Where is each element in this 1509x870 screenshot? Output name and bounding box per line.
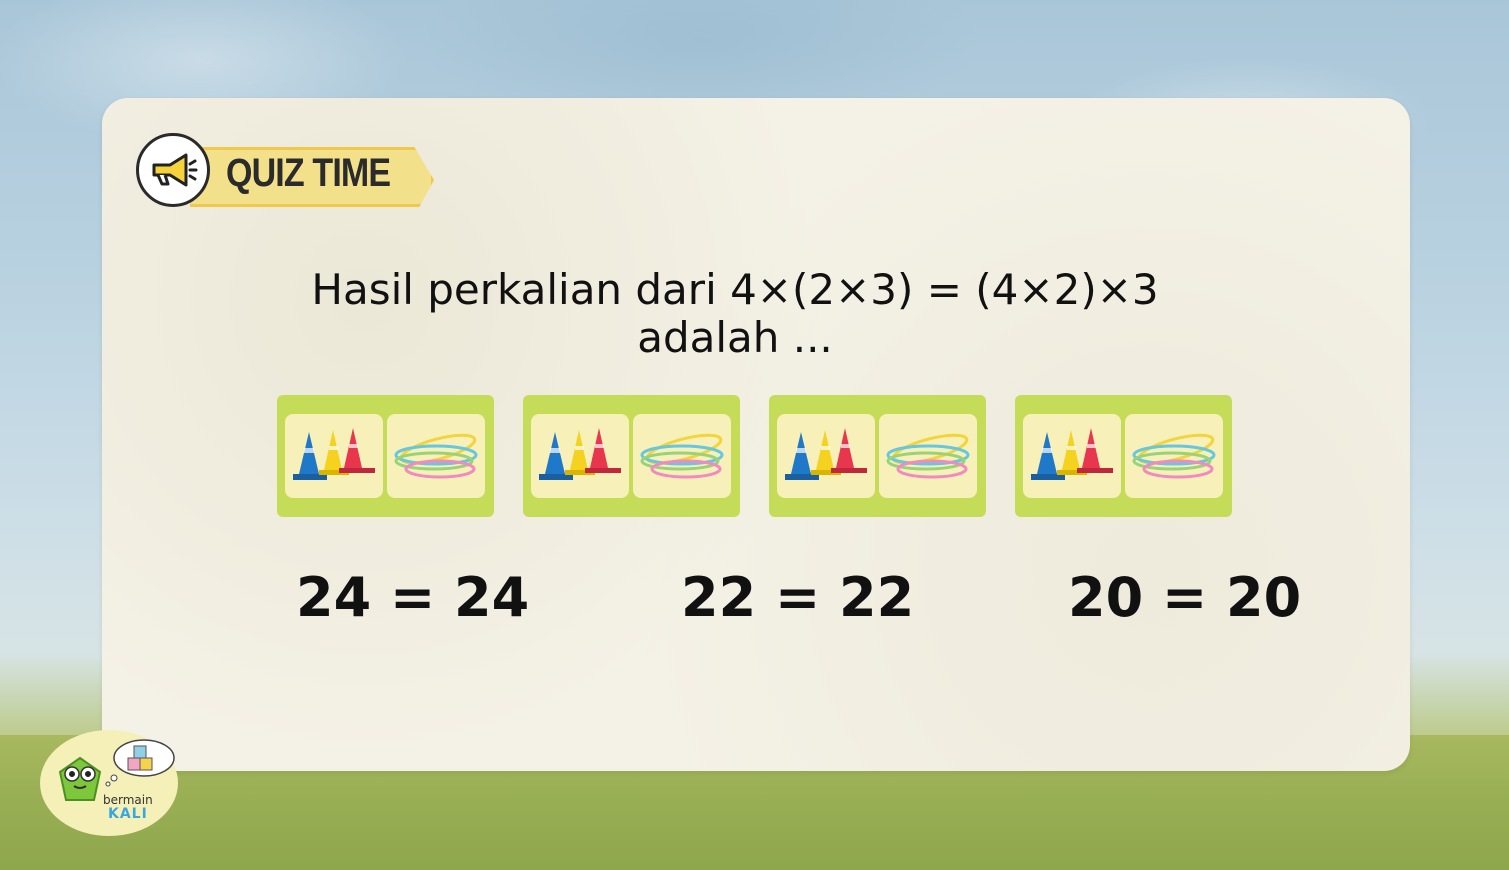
question-line-2: adalah ... xyxy=(637,313,833,362)
answer-option-3[interactable]: 20 = 20 xyxy=(1068,566,1328,629)
object-group-3 xyxy=(769,395,986,517)
answer-option-2[interactable]: 22 = 22 xyxy=(681,566,941,629)
hula-hoops-icon xyxy=(387,414,485,498)
object-group-2 xyxy=(523,395,740,517)
traffic-cones-icon xyxy=(285,414,383,498)
hula-hoops-icon xyxy=(633,414,731,498)
quiz-time-label: QUIZ TIME xyxy=(226,151,391,195)
logo-text-bermain: bermain xyxy=(103,793,153,807)
traffic-cones-icon xyxy=(531,414,629,498)
answer-option-1[interactable]: 24 = 24 xyxy=(296,566,556,629)
question-line-1: Hasil perkalian dari 4×(2×3) = (4×2)×3 xyxy=(311,265,1159,314)
logo-text-kali: KALI xyxy=(108,806,148,822)
hula-hoops-icon xyxy=(1125,414,1223,498)
hula-hoops-icon xyxy=(879,414,977,498)
quiz-time-badge: QUIZ TIME xyxy=(136,133,436,211)
object-group-1 xyxy=(277,395,494,517)
megaphone-icon xyxy=(136,133,210,207)
object-group-4 xyxy=(1015,395,1232,517)
question-text: Hasil perkalian dari 4×(2×3) = (4×2)×3 a… xyxy=(230,266,1240,362)
traffic-cones-icon xyxy=(1023,414,1121,498)
traffic-cones-icon xyxy=(777,414,875,498)
